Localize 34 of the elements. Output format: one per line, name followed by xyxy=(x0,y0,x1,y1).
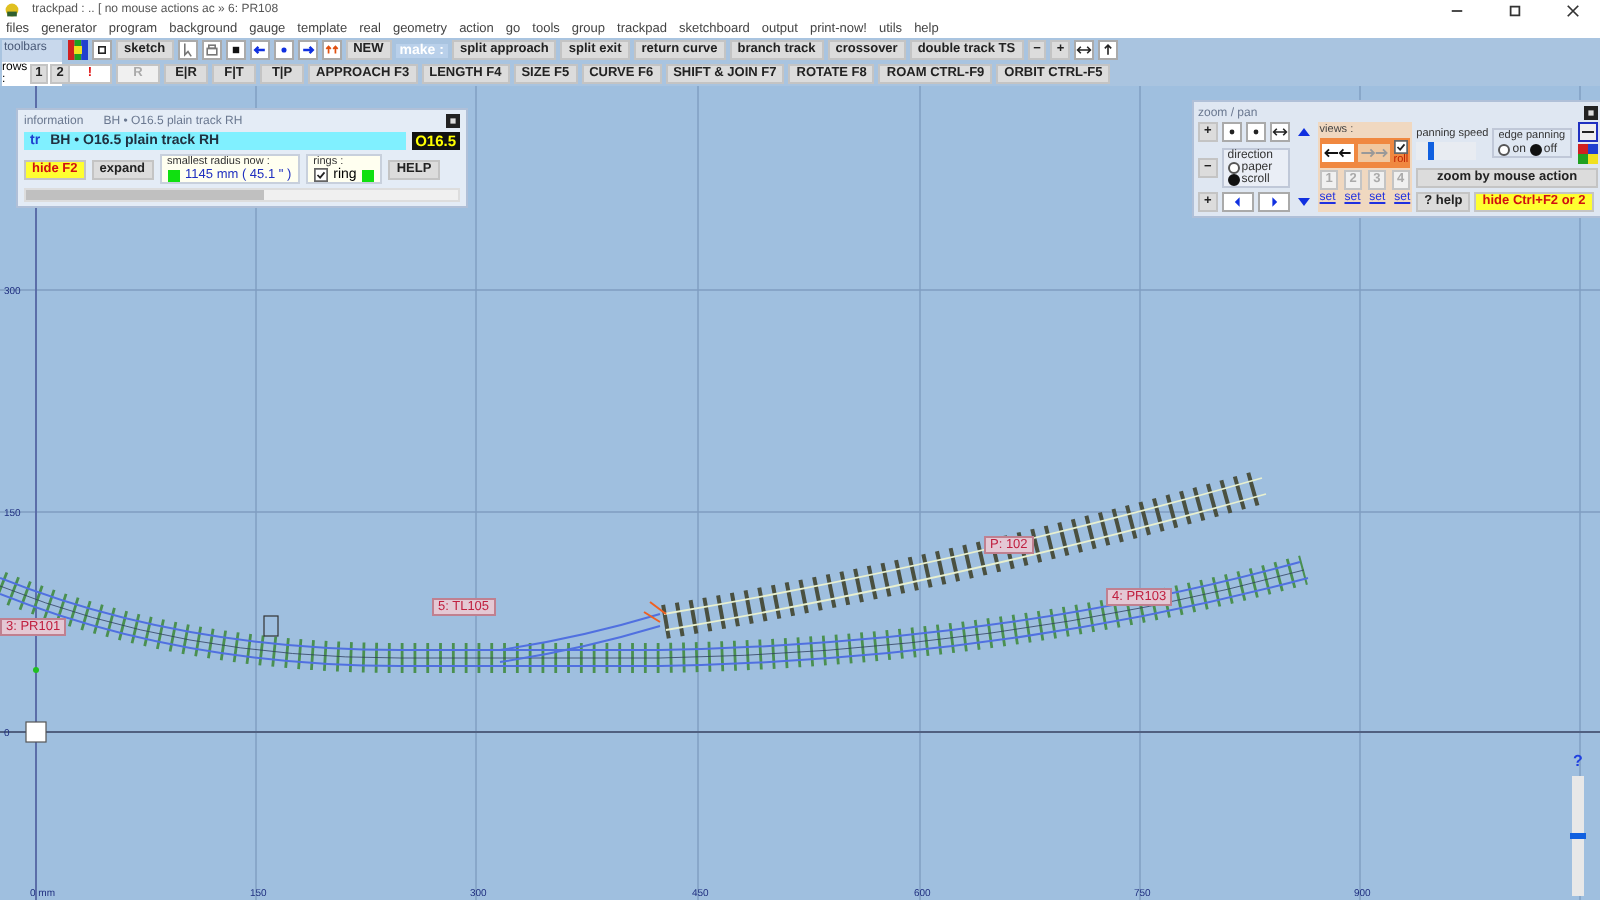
up-arrow-icon[interactable] xyxy=(1098,40,1119,61)
close-box-icon[interactable] xyxy=(446,114,460,128)
stop-icon[interactable] xyxy=(225,40,246,61)
close-icon[interactable] xyxy=(1566,3,1580,17)
close-box-icon[interactable] xyxy=(1584,106,1598,120)
direction-radio[interactable] xyxy=(1227,173,1240,185)
zoom-slider-thumb[interactable] xyxy=(1570,833,1586,839)
arrow-left-icon[interactable] xyxy=(249,40,270,61)
edge-panning-radio[interactable] xyxy=(1529,144,1542,156)
printer-icon[interactable] xyxy=(201,40,222,61)
app-logo-icon xyxy=(4,2,20,18)
cursor-icon[interactable] xyxy=(177,40,198,61)
triangle-right-icon[interactable] xyxy=(1257,192,1290,212)
roll-checkbox[interactable] xyxy=(1393,140,1408,154)
horizontal-scrollbar[interactable] xyxy=(24,188,460,202)
maximize-icon[interactable] xyxy=(1508,3,1522,17)
double-arrow-icon[interactable] xyxy=(321,40,342,61)
panning-speed-thumb[interactable] xyxy=(1428,141,1435,159)
edge-panning-radio[interactable] xyxy=(1498,144,1511,156)
direction-radio[interactable] xyxy=(1227,161,1240,173)
origin-marker[interactable] xyxy=(25,721,47,743)
palette-icon[interactable] xyxy=(1578,144,1598,164)
palette-icon[interactable] xyxy=(68,40,88,61)
status-square-icon xyxy=(362,169,375,181)
arrow-right-icon[interactable] xyxy=(297,40,318,61)
minimize-icon[interactable] xyxy=(1578,122,1598,142)
back-arrows-icon[interactable] xyxy=(1321,144,1354,162)
help-link[interactable]: ? xyxy=(1573,752,1583,770)
square-icon[interactable] xyxy=(92,40,112,61)
status-square-icon xyxy=(167,169,180,181)
fit-width-icon[interactable] xyxy=(1074,40,1095,61)
pan-both-icon[interactable] xyxy=(1269,122,1290,142)
triangle-left-icon[interactable] xyxy=(1221,192,1254,212)
ring-checkbox[interactable] xyxy=(313,168,328,182)
